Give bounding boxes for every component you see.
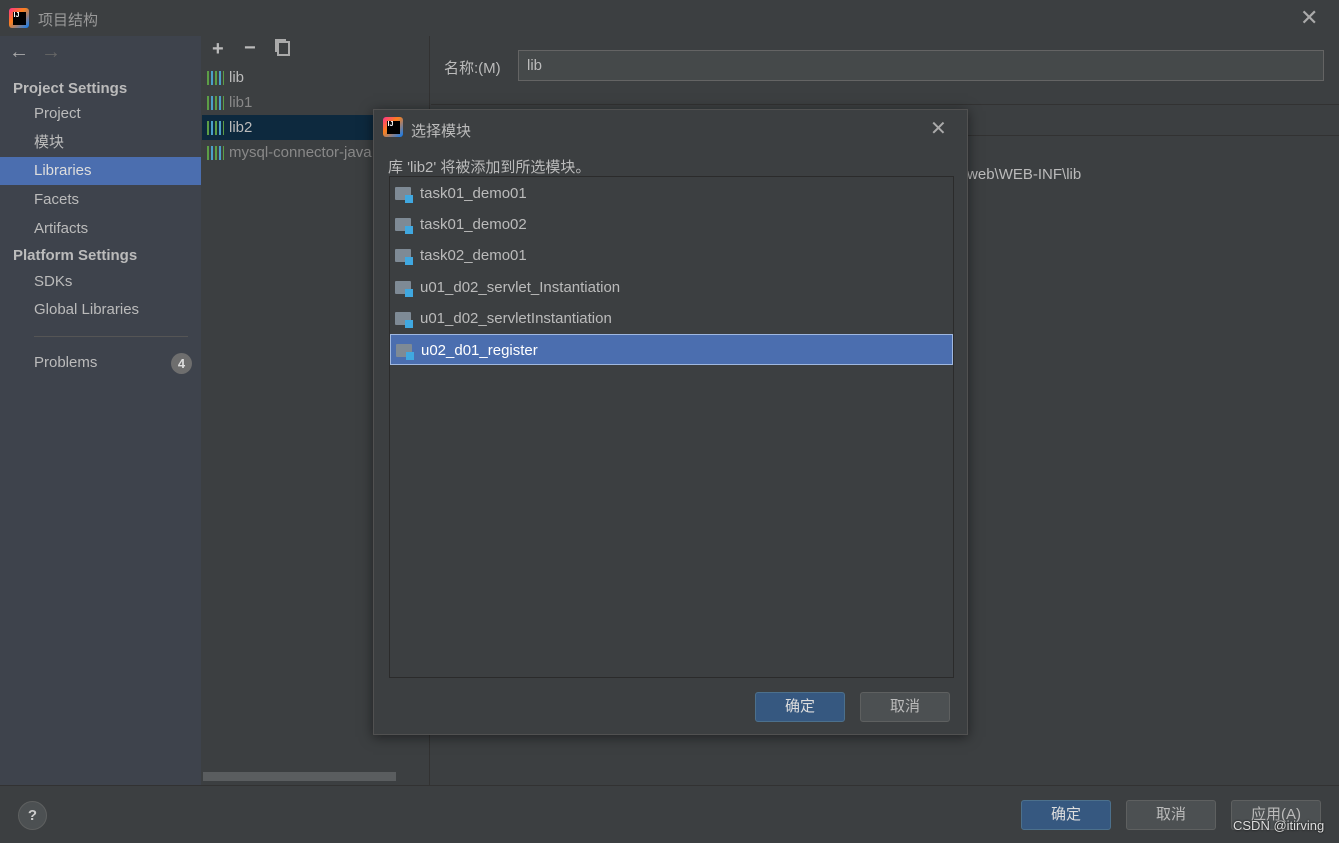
divider xyxy=(34,336,188,337)
ok-button[interactable]: 确定 xyxy=(1021,800,1111,830)
forward-arrow-icon[interactable]: → xyxy=(41,41,61,64)
intellij-logo-icon: IJ xyxy=(383,117,403,137)
library-icon xyxy=(207,71,224,85)
module-item[interactable]: u01_d02_servletInstantiation xyxy=(390,303,953,334)
library-label: lib2 xyxy=(229,119,253,136)
sidebar: ← → Project Settings Project 模块 Librarie… xyxy=(0,36,201,785)
cancel-button[interactable]: 取消 xyxy=(1126,800,1216,830)
back-arrow-icon[interactable]: ← xyxy=(9,41,29,64)
intellij-logo-icon: IJ xyxy=(9,8,29,28)
module-item[interactable]: task02_demo01 xyxy=(390,240,953,271)
dialog-message: 库 'lib2' 将被添加到所选模块。 xyxy=(388,159,591,176)
sidebar-item-libraries[interactable]: Libraries xyxy=(0,157,201,185)
library-path-text: '\web\WEB-INF\lib xyxy=(960,166,1082,183)
name-label: 名称:(M) xyxy=(444,60,501,77)
problems-label: Problems xyxy=(34,354,98,371)
choose-modules-dialog: IJ 选择模块 ✕ 库 'lib2' 将被添加到所选模块。 task01_dem… xyxy=(373,109,968,735)
module-item[interactable]: task01_demo02 xyxy=(390,209,953,240)
library-item[interactable]: lib xyxy=(202,65,430,90)
module-folder-icon xyxy=(395,281,413,297)
library-label: lib xyxy=(229,69,245,86)
module-item[interactable]: task01_demo01 xyxy=(390,178,953,209)
sidebar-item-modules[interactable]: 模块 xyxy=(0,129,201,157)
module-folder-icon xyxy=(395,312,413,328)
dialog-ok-button[interactable]: 确定 xyxy=(755,692,845,722)
library-icon xyxy=(207,146,224,160)
module-folder-icon xyxy=(395,187,413,203)
dialog-cancel-button[interactable]: 取消 xyxy=(860,692,950,722)
name-input[interactable]: lib xyxy=(518,50,1324,81)
library-label: mysql-connector-java xyxy=(229,144,372,161)
divider xyxy=(431,104,1339,105)
module-folder-icon xyxy=(395,218,413,234)
module-folder-icon xyxy=(396,344,414,360)
module-label: u01_d02_servlet_Instantiation xyxy=(420,279,621,296)
problems-count-badge: 4 xyxy=(171,353,192,374)
window-title: 项目结构 xyxy=(38,12,99,29)
footer: ? 确定 取消 应用(A) CSDN @itirving xyxy=(0,785,1339,843)
module-label: task01_demo02 xyxy=(420,216,527,233)
close-icon[interactable]: ✕ xyxy=(1300,5,1318,31)
module-folder-icon xyxy=(395,249,413,265)
library-icon xyxy=(207,121,224,135)
library-label: lib1 xyxy=(229,94,253,111)
copy-icon[interactable] xyxy=(277,41,290,56)
project-settings-heading: Project Settings xyxy=(13,80,128,97)
modules-list: task01_demo01 task01_demo02 task02_demo0… xyxy=(389,176,954,678)
platform-settings-heading: Platform Settings xyxy=(13,247,138,264)
dialog-close-icon[interactable]: ✕ xyxy=(930,116,947,141)
module-item[interactable]: u01_d02_servlet_Instantiation xyxy=(390,272,953,303)
sidebar-item-project[interactable]: Project xyxy=(0,100,201,128)
watermark: CSDN @itirving xyxy=(1233,818,1325,833)
sidebar-item-facets[interactable]: Facets xyxy=(0,186,201,214)
title-bar: IJ 项目结构 ✕ xyxy=(0,0,1339,36)
module-label: u01_d02_servletInstantiation xyxy=(420,310,612,327)
sidebar-item-global-libraries[interactable]: Global Libraries xyxy=(0,296,201,324)
remove-icon[interactable]: − xyxy=(244,37,256,60)
module-label: task01_demo01 xyxy=(420,185,527,202)
library-icon xyxy=(207,96,224,110)
sidebar-item-artifacts[interactable]: Artifacts xyxy=(0,215,201,243)
sidebar-item-sdks[interactable]: SDKs xyxy=(0,268,201,296)
help-button[interactable]: ? xyxy=(18,801,47,830)
dialog-title: 选择模块 xyxy=(411,123,472,140)
module-label: task02_demo01 xyxy=(420,247,527,264)
add-icon[interactable]: + xyxy=(212,38,224,61)
horizontal-scrollbar[interactable] xyxy=(203,772,396,781)
module-label: u02_d01_register xyxy=(421,342,538,359)
module-item-selected[interactable]: u02_d01_register xyxy=(390,334,953,365)
